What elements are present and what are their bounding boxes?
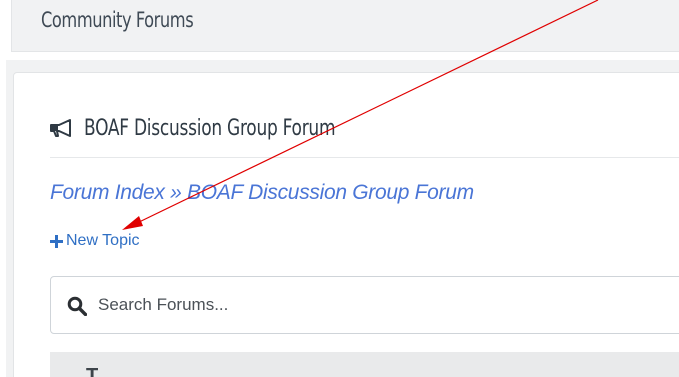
search-icon — [67, 296, 87, 316]
page: Community Forums BOAF Discussion Group F… — [0, 0, 679, 377]
page-title: Community Forums — [41, 8, 194, 32]
new-topic-label: New Topic — [66, 232, 140, 249]
search-box — [50, 276, 679, 334]
divider — [50, 157, 679, 158]
breadcrumb-forum-index-link[interactable]: Forum Index — [50, 181, 165, 204]
table-header-label: T — [86, 365, 99, 377]
forum-title: BOAF Discussion Group Forum — [84, 115, 336, 141]
breadcrumb-separator: » — [164, 181, 188, 204]
breadcrumb: Forum Index » BOAF Discussion Group Foru… — [50, 181, 474, 205]
topics-table-header: T — [50, 352, 679, 377]
forum-title-row: BOAF Discussion Group Forum — [50, 113, 376, 143]
plus-icon — [50, 234, 63, 248]
breadcrumb-current-forum-link[interactable]: BOAF Discussion Group Forum — [187, 181, 474, 204]
new-topic-button[interactable]: New Topic — [50, 232, 140, 250]
search-input[interactable] — [98, 291, 658, 319]
community-forums-header: Community Forums — [11, 0, 679, 52]
megaphone-icon — [50, 119, 71, 137]
